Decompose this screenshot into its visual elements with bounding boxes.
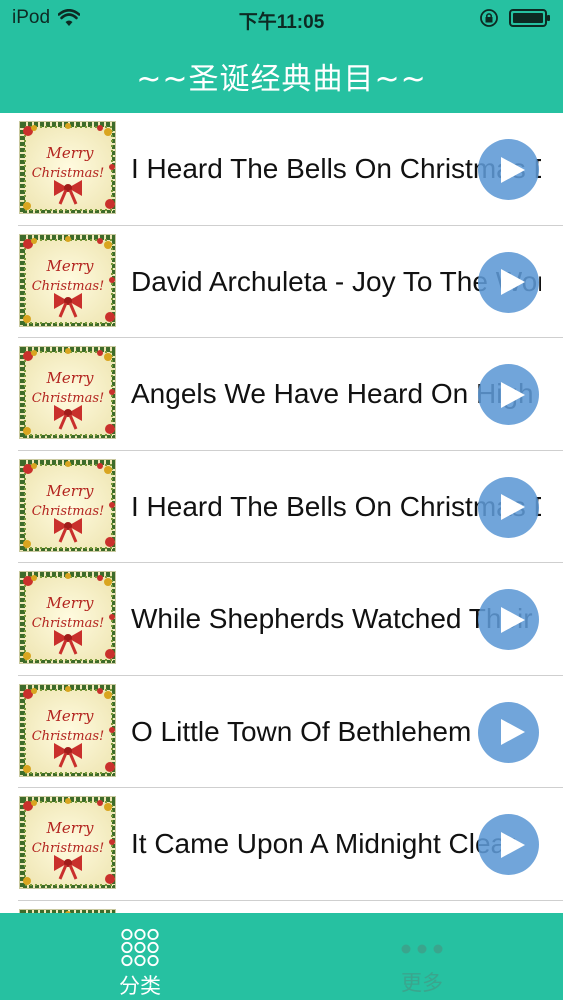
merry-christmas-art-image: Merry Christmas! <box>20 459 115 551</box>
play-icon <box>500 831 525 858</box>
album-art: Merry Christmas! <box>19 233 116 327</box>
play-button[interactable] <box>478 364 539 425</box>
svg-text:Christmas!: Christmas! <box>32 391 105 406</box>
song-row[interactable]: Merry Christmas! Angels We Have Heard On… <box>0 338 563 451</box>
orientation-lock-icon <box>480 9 498 27</box>
page-title: ~~圣诞经典曲目~~ <box>136 61 427 97</box>
song-row-partial: Merry Christmas! <box>0 901 563 913</box>
song-row[interactable]: Merry Christmas! While Shepherds Watched… <box>0 563 563 676</box>
song-row[interactable]: Merry Christmas! David Archuleta - Joy T… <box>0 226 563 338</box>
svg-text:Christmas!: Christmas! <box>32 166 105 181</box>
merry-christmas-art-image: Merry Christmas! <box>20 797 115 888</box>
battery-icon <box>509 9 550 27</box>
tab-more-label: 更多 <box>401 971 443 995</box>
merry-christmas-art-image: Merry Christmas! <box>20 684 115 776</box>
album-art: Merry Christmas! <box>19 346 116 439</box>
play-icon <box>500 381 525 408</box>
song-row[interactable]: Merry Christmas! It Came Upon A Midnight… <box>0 788 563 901</box>
play-button[interactable] <box>478 476 539 538</box>
merry-christmas-art-image: Merry Christmas! <box>20 572 115 663</box>
svg-text:Christmas!: Christmas! <box>32 841 105 856</box>
play-icon <box>500 606 525 633</box>
svg-text:Merry: Merry <box>45 594 94 612</box>
album-art: Merry Christmas! <box>19 458 116 552</box>
svg-text:Christmas!: Christmas! <box>32 279 105 294</box>
svg-text:Merry: Merry <box>45 369 94 387</box>
svg-text:Christmas!: Christmas! <box>32 504 105 519</box>
svg-text:Merry: Merry <box>45 819 94 837</box>
song-list[interactable]: Merry Christmas! I Heard The Bells On Ch… <box>0 113 563 913</box>
svg-text:Christmas!: Christmas! <box>32 616 105 631</box>
album-art: Merry Christmas! <box>19 571 116 664</box>
tab-category-label: 分类 <box>119 974 161 998</box>
tab-bar: 分类 更多 <box>0 913 563 1000</box>
play-icon <box>500 156 525 183</box>
merry-christmas-art-image: Merry Christmas! <box>20 122 115 213</box>
status-right <box>479 8 551 28</box>
play-button[interactable] <box>478 701 539 763</box>
more-dots-icon <box>401 944 443 954</box>
svg-text:Merry: Merry <box>45 144 94 162</box>
svg-text:Merry: Merry <box>45 707 94 725</box>
song-row[interactable]: Merry Christmas! O Little Town Of Bethle… <box>0 676 563 788</box>
play-icon <box>500 269 525 295</box>
tab-category[interactable]: 分类 <box>70 913 210 1000</box>
svg-text:Merry: Merry <box>45 257 94 275</box>
svg-text:Christmas!: Christmas! <box>32 729 105 744</box>
play-button[interactable] <box>478 139 539 200</box>
status-bar: iPod 下午11:05 <box>0 0 563 38</box>
song-row[interactable]: Merry Christmas! I Heard The Bells On Ch… <box>0 451 563 563</box>
play-button[interactable] <box>478 814 539 875</box>
play-button[interactable] <box>478 589 539 650</box>
grid-icon <box>121 928 159 967</box>
nav-bar: ~~圣诞经典曲目~~ <box>0 38 563 113</box>
album-art: Merry Christmas! <box>19 683 116 777</box>
svg-text:Merry: Merry <box>45 482 94 500</box>
play-icon <box>500 719 525 745</box>
song-row[interactable]: Merry Christmas! I Heard The Bells On Ch… <box>0 113 563 226</box>
play-button[interactable] <box>478 251 539 313</box>
tab-more[interactable]: 更多 <box>352 913 492 1000</box>
album-art: Merry Christmas! <box>19 121 116 214</box>
album-art: Merry Christmas! <box>19 796 116 889</box>
merry-christmas-art-image: Merry Christmas! <box>20 234 115 326</box>
play-icon <box>500 494 525 520</box>
merry-christmas-art-image: Merry Christmas! <box>20 347 115 438</box>
top-chrome: iPod 下午11:05 ~~圣诞经典曲目~~ <box>0 0 563 113</box>
